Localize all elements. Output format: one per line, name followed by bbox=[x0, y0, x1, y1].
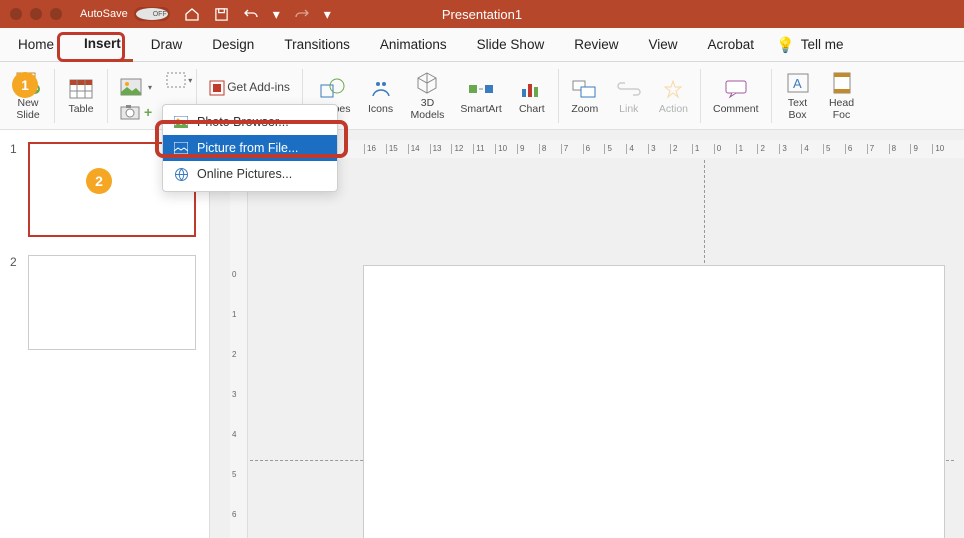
pictures-button[interactable]: ▾ bbox=[120, 78, 152, 98]
header-footer-icon bbox=[828, 70, 856, 96]
tab-transitions[interactable]: Transitions bbox=[272, 28, 362, 62]
thumbnail-preview[interactable] bbox=[28, 255, 196, 350]
tab-insert[interactable]: Insert bbox=[72, 28, 133, 62]
tab-draw[interactable]: Draw bbox=[139, 28, 195, 62]
tab-design[interactable]: Design bbox=[200, 28, 266, 62]
thumbnail-number: 2 bbox=[10, 255, 20, 350]
text-box-icon: A bbox=[784, 70, 812, 96]
online-pictures-item[interactable]: Online Pictures... bbox=[163, 161, 337, 187]
home-icon[interactable] bbox=[184, 6, 200, 22]
tellme-bulb-icon: 💡 bbox=[776, 36, 795, 54]
tab-slide-show[interactable]: Slide Show bbox=[465, 28, 557, 62]
photo-browser-label: Photo Browser... bbox=[197, 115, 289, 129]
text-box-label: Text Box bbox=[788, 98, 807, 121]
svg-text:A: A bbox=[793, 76, 802, 91]
autosave-toggle[interactable]: AutoSave OFF bbox=[80, 7, 170, 21]
header-footer-button[interactable]: Head Foc bbox=[820, 62, 864, 130]
photo-browser-item[interactable]: Photo Browser... bbox=[163, 109, 337, 135]
zoom-label: Zoom bbox=[571, 104, 598, 116]
get-addins-label: Get Add-ins bbox=[227, 81, 290, 94]
autosave-label: AutoSave bbox=[80, 8, 128, 20]
picture-file-icon bbox=[173, 140, 189, 156]
tab-review[interactable]: Review bbox=[562, 28, 630, 62]
shapes-icon bbox=[319, 76, 347, 102]
zoom-icon bbox=[571, 76, 599, 102]
thumbnail-2[interactable]: 2 bbox=[10, 255, 199, 350]
autosave-state: OFF bbox=[136, 8, 168, 20]
save-icon[interactable] bbox=[214, 7, 229, 22]
workspace: 1 2 2 1615141312111098765432101234567891… bbox=[0, 130, 964, 538]
chart-button[interactable]: Chart bbox=[510, 62, 554, 130]
3d-models-label: 3D Models bbox=[411, 98, 445, 121]
close-window-icon[interactable] bbox=[10, 8, 22, 20]
icons-icon bbox=[367, 76, 395, 102]
qat-customize-icon[interactable]: ▾ bbox=[324, 6, 331, 23]
comment-button[interactable]: Comment bbox=[705, 62, 767, 130]
smartart-icon bbox=[467, 76, 495, 102]
tab-home[interactable]: Home bbox=[6, 28, 66, 62]
picture-icon bbox=[120, 78, 146, 98]
annotation-badge-1: 1 bbox=[12, 72, 38, 98]
get-addins-button[interactable]: Get Add-ins bbox=[209, 80, 290, 96]
addins-icon bbox=[209, 80, 225, 96]
cube-icon bbox=[413, 70, 441, 96]
pictures-dropdown: Photo Browser... Picture from File... On… bbox=[162, 104, 338, 192]
maximize-window-icon[interactable] bbox=[50, 8, 62, 20]
chevron-down-icon: ▾ bbox=[188, 76, 192, 85]
comment-icon bbox=[722, 76, 750, 102]
link-label: Link bbox=[619, 104, 638, 116]
zoom-button[interactable]: Zoom bbox=[563, 62, 607, 130]
3d-models-button[interactable]: 3D Models bbox=[403, 62, 453, 130]
action-icon bbox=[659, 76, 687, 102]
table-label: Table bbox=[68, 104, 93, 116]
tab-view[interactable]: View bbox=[636, 28, 689, 62]
tellme-input[interactable]: Tell me bbox=[801, 37, 844, 52]
table-icon bbox=[67, 76, 95, 102]
ribbon-insert: New Slide Table ▾ + ▾ Get Add-ins dd-ins… bbox=[0, 62, 964, 130]
picture-from-file-item[interactable]: Picture from File... bbox=[163, 135, 337, 161]
camera-button[interactable]: + bbox=[120, 104, 152, 120]
horizontal-ruler: 16151413121110987654321012345678910 bbox=[230, 140, 964, 158]
picture-from-file-label: Picture from File... bbox=[197, 141, 298, 155]
annotation-badge-2: 2 bbox=[86, 168, 112, 194]
globe-icon bbox=[173, 166, 189, 182]
plus-icon: + bbox=[144, 104, 152, 120]
smartart-label: SmartArt bbox=[460, 104, 501, 116]
action-button: Action bbox=[651, 62, 696, 130]
icons-label: Icons bbox=[368, 104, 393, 116]
icons-button[interactable]: Icons bbox=[359, 62, 403, 130]
table-button[interactable]: Table bbox=[59, 62, 103, 130]
photo-browser-icon bbox=[173, 114, 189, 130]
text-box-button[interactable]: A Text Box bbox=[776, 62, 820, 130]
redo-icon[interactable] bbox=[294, 7, 310, 21]
comment-label: Comment bbox=[713, 104, 759, 116]
chart-icon bbox=[518, 76, 546, 102]
minimize-window-icon[interactable] bbox=[30, 8, 42, 20]
chart-label: Chart bbox=[519, 104, 545, 116]
header-footer-label: Head Foc bbox=[829, 98, 854, 121]
ribbon-tabs: Home Insert Draw Design Transitions Anim… bbox=[0, 28, 964, 62]
smartart-button[interactable]: SmartArt bbox=[452, 62, 509, 130]
titlebar: AutoSave OFF ▾ ▾ Presentation1 bbox=[0, 0, 964, 28]
link-icon bbox=[615, 76, 643, 102]
tab-animations[interactable]: Animations bbox=[368, 28, 459, 62]
online-pictures-label: Online Pictures... bbox=[197, 167, 292, 181]
slide-canvas[interactable] bbox=[364, 266, 944, 538]
screenshot-icon bbox=[166, 72, 186, 88]
undo-dropdown-icon[interactable]: ▾ bbox=[273, 6, 280, 23]
document-title: Presentation1 bbox=[442, 7, 522, 22]
screenshot-button[interactable]: ▾ bbox=[166, 72, 192, 88]
thumbnail-number: 1 bbox=[10, 142, 20, 237]
new-slide-label: New Slide bbox=[16, 98, 39, 121]
link-button: Link bbox=[607, 62, 651, 130]
tab-acrobat[interactable]: Acrobat bbox=[696, 28, 767, 62]
quick-access-toolbar: ▾ ▾ bbox=[184, 6, 331, 23]
action-label: Action bbox=[659, 104, 688, 116]
window-controls[interactable] bbox=[10, 8, 62, 20]
chevron-down-icon: ▾ bbox=[148, 83, 152, 92]
undo-icon[interactable] bbox=[243, 7, 259, 21]
camera-icon bbox=[120, 104, 142, 120]
vertical-ruler: 0123456789 bbox=[230, 160, 248, 538]
